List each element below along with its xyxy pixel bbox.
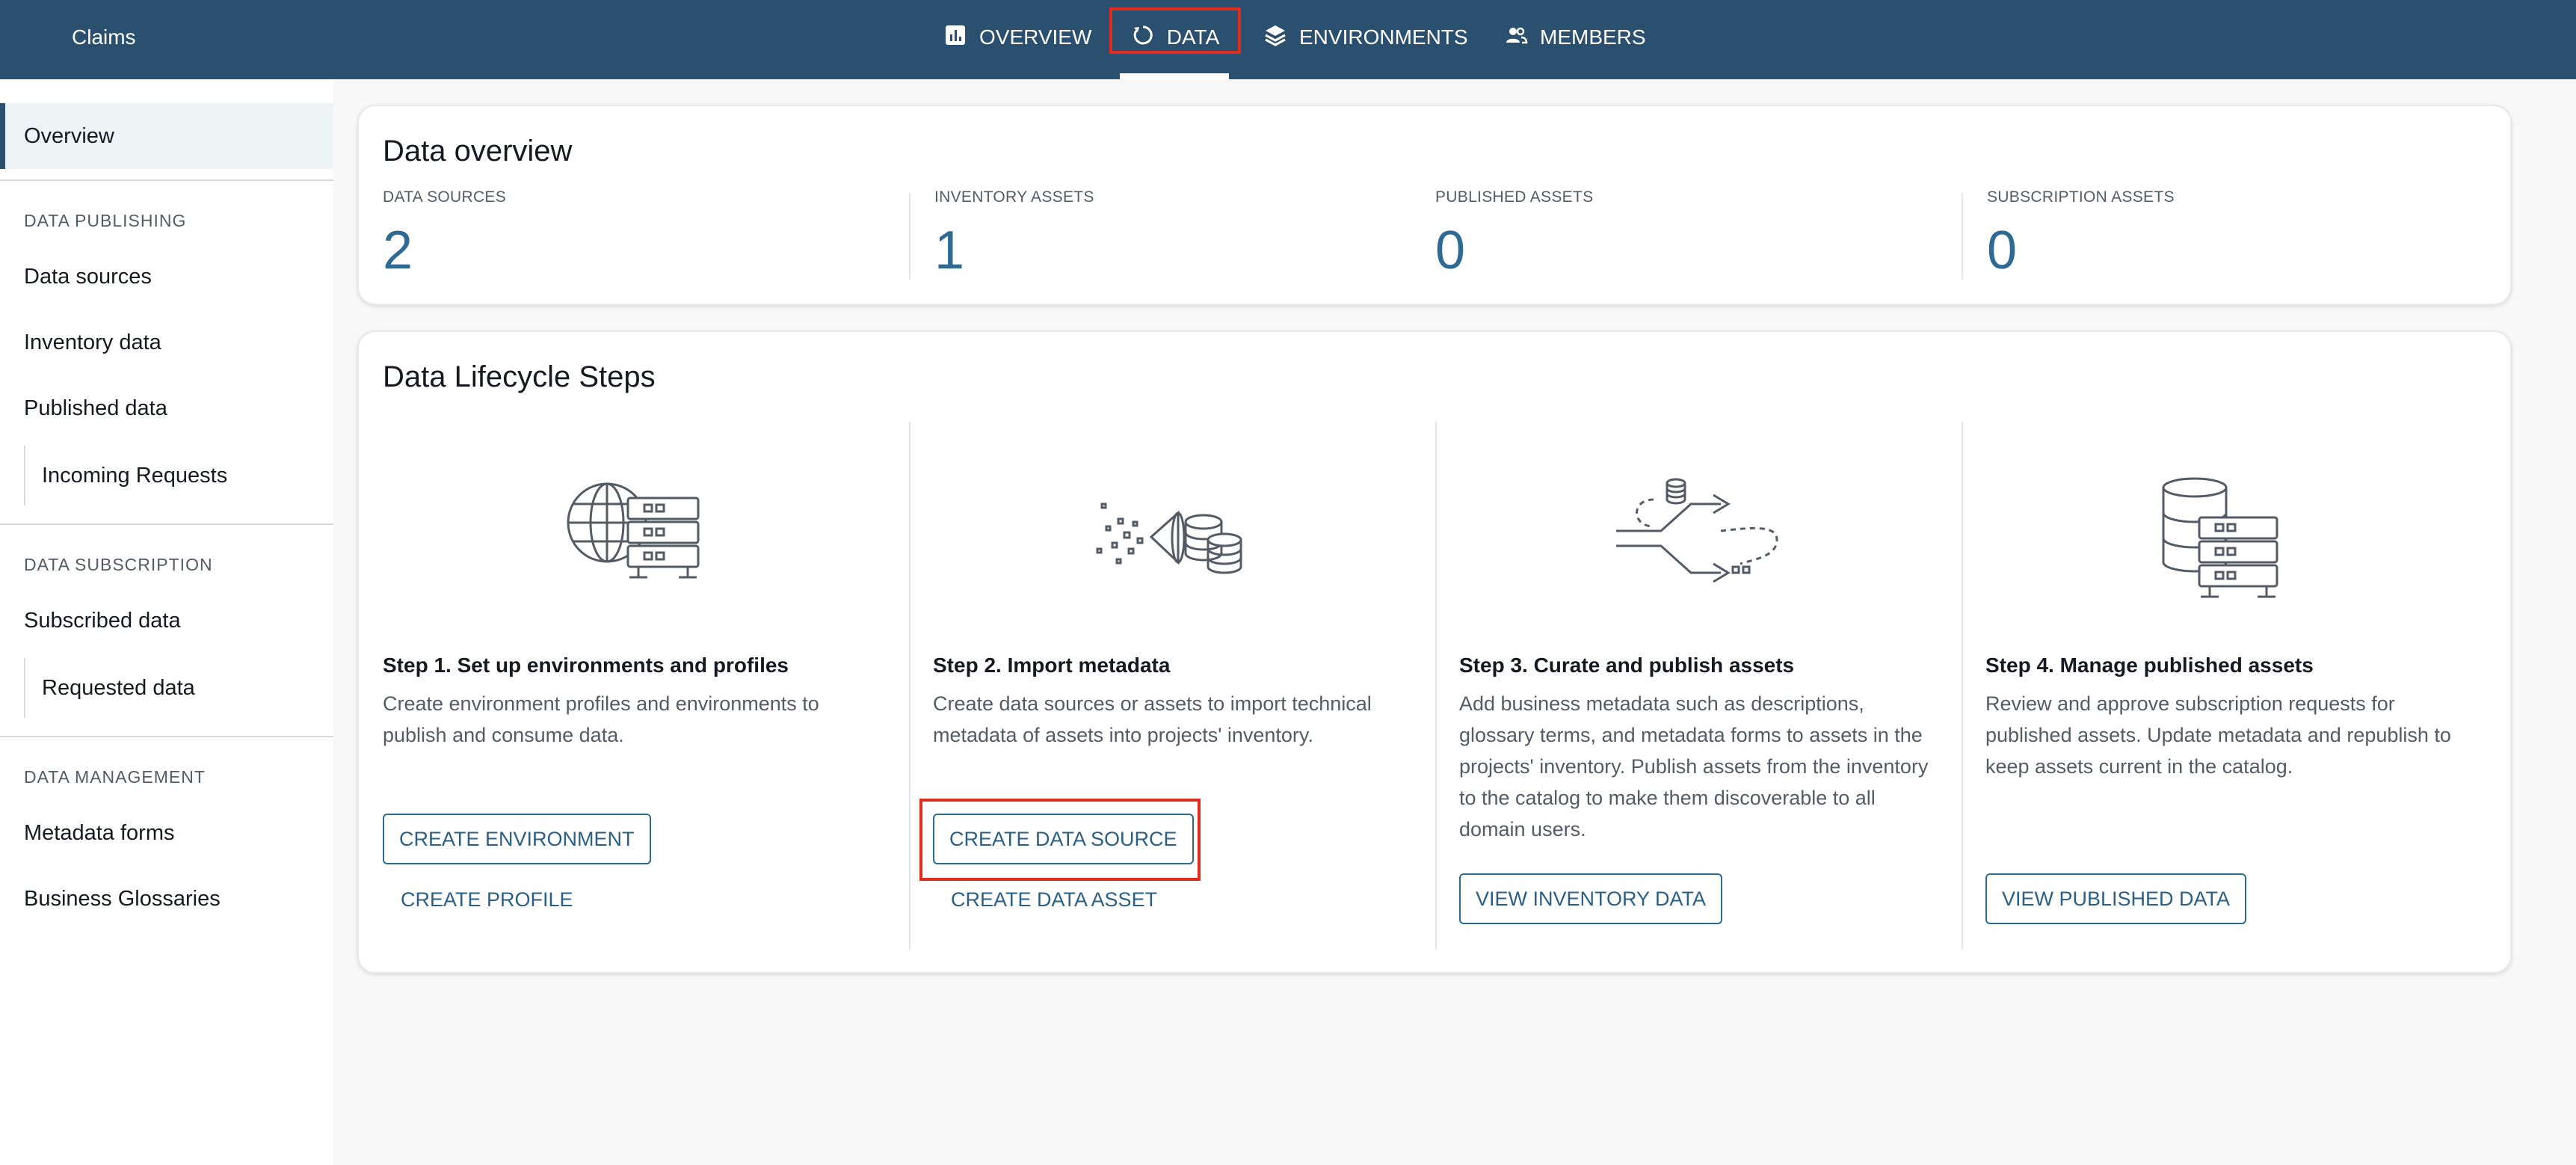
metric-value-published-assets[interactable]: 0 [1435, 220, 1465, 281]
metric-label-subscription-assets: SUBSCRIPTION ASSETS [1987, 188, 2175, 206]
metric-divider [909, 193, 910, 280]
step-3-description: Add business metadata such as descriptio… [1459, 692, 1929, 840]
step-1-column: Step 1. Set up environments and profiles… [360, 332, 884, 972]
step-4-title: Step 4. Manage published assets [1985, 654, 2314, 677]
step-3-column: Step 3. Curate and publish assets Add bu… [1437, 332, 1960, 972]
tab-overview-label: OVERVIEW [979, 25, 1092, 49]
sidebar-item-metadata-forms[interactable]: Metadata forms [0, 809, 333, 857]
sidebar: Overview DATA PUBLISHING Data sources In… [0, 79, 333, 1165]
tab-data-label: DATA [1166, 25, 1220, 49]
tab-members[interactable]: MEMBERS [1504, 0, 1646, 75]
metric-label-inventory-assets: INVENTORY ASSETS [934, 188, 1094, 206]
import-database-icon [1090, 474, 1254, 590]
data-overview-title: Data overview [383, 135, 573, 167]
step-4-description: Review and approve subscription requests… [1985, 692, 2451, 778]
metric-value-data-sources[interactable]: 2 [383, 220, 413, 281]
step-3-title: Step 3. Curate and publish assets [1459, 654, 1795, 677]
sidebar-item-inventory-data[interactable]: Inventory data [0, 319, 333, 366]
active-tab-underline [1120, 73, 1229, 79]
sidebar-divider [0, 736, 333, 737]
sidebar-item-incoming-requests[interactable]: Incoming Requests [0, 446, 333, 505]
sidebar-item-business-glossaries[interactable]: Business Glossaries [0, 875, 333, 923]
sidebar-divider [0, 523, 333, 525]
project-name[interactable]: Claims [72, 0, 136, 75]
sidebar-section-data-management: DATA MANAGEMENT [24, 767, 206, 787]
sidebar-divider [0, 179, 333, 181]
circle-arrow-icon [1131, 23, 1155, 52]
layers-icon [1263, 23, 1287, 52]
people-icon [1504, 23, 1528, 52]
step-2-description: Create data sources or assets to import … [933, 692, 1372, 746]
tab-overview[interactable]: OVERVIEW [943, 0, 1091, 75]
sidebar-item-requested-data[interactable]: Requested data [0, 658, 333, 718]
curate-flow-icon [1609, 474, 1788, 597]
globe-server-icon [562, 474, 712, 590]
view-inventory-data-button[interactable]: VIEW INVENTORY DATA [1459, 873, 1723, 924]
sidebar-section-data-subscription: DATA SUBSCRIPTION [24, 555, 213, 574]
step-1-description: Create environment profiles and environm… [383, 692, 819, 746]
sidebar-item-overview[interactable]: Overview [0, 103, 333, 169]
sidebar-item-data-sources[interactable]: Data sources [0, 253, 333, 301]
step-2-column: Step 2. Import metadata Create data sour… [910, 332, 1434, 972]
top-navigation-bar: Claims OVERVIEW DATA ENVIRONMENTS MEMBER… [0, 0, 2576, 79]
bar-chart-icon [943, 23, 967, 52]
step-2-title: Step 2. Import metadata [933, 654, 1171, 677]
metric-label-data-sources: DATA SOURCES [383, 188, 507, 206]
metric-divider [1962, 193, 1963, 280]
view-published-data-button[interactable]: VIEW PUBLISHED DATA [1985, 873, 2247, 924]
step-1-title: Step 1. Set up environments and profiles [383, 654, 789, 677]
lifecycle-card: Data Lifecycle Steps Step 1. Set up envi… [357, 331, 2512, 974]
metric-value-inventory-assets[interactable]: 1 [934, 220, 964, 281]
sidebar-section-data-publishing: DATA PUBLISHING [24, 211, 187, 230]
data-overview-card: Data overview DATA SOURCES 2 INVENTORY A… [357, 105, 2512, 305]
step-4-column: Step 4. Manage published assets Review a… [1963, 332, 2486, 972]
create-data-source-button[interactable]: CREATE DATA SOURCE [933, 814, 1194, 864]
metric-value-subscription-assets[interactable]: 0 [1987, 220, 2017, 281]
tab-environments[interactable]: ENVIRONMENTS [1263, 0, 1468, 75]
sidebar-item-subscribed-data[interactable]: Subscribed data [0, 597, 333, 645]
create-profile-link[interactable]: CREATE PROFILE [401, 888, 573, 912]
database-server-icon [2157, 474, 2292, 605]
tab-environments-label: ENVIRONMENTS [1299, 25, 1468, 49]
create-environment-button[interactable]: CREATE ENVIRONMENT [383, 814, 651, 864]
sidebar-item-published-data[interactable]: Published data [0, 384, 333, 432]
tab-data[interactable]: DATA [1109, 0, 1241, 75]
tab-members-label: MEMBERS [1540, 25, 1646, 49]
create-data-asset-link[interactable]: CREATE DATA ASSET [951, 888, 1157, 912]
metric-label-published-assets: PUBLISHED ASSETS [1435, 188, 1594, 206]
